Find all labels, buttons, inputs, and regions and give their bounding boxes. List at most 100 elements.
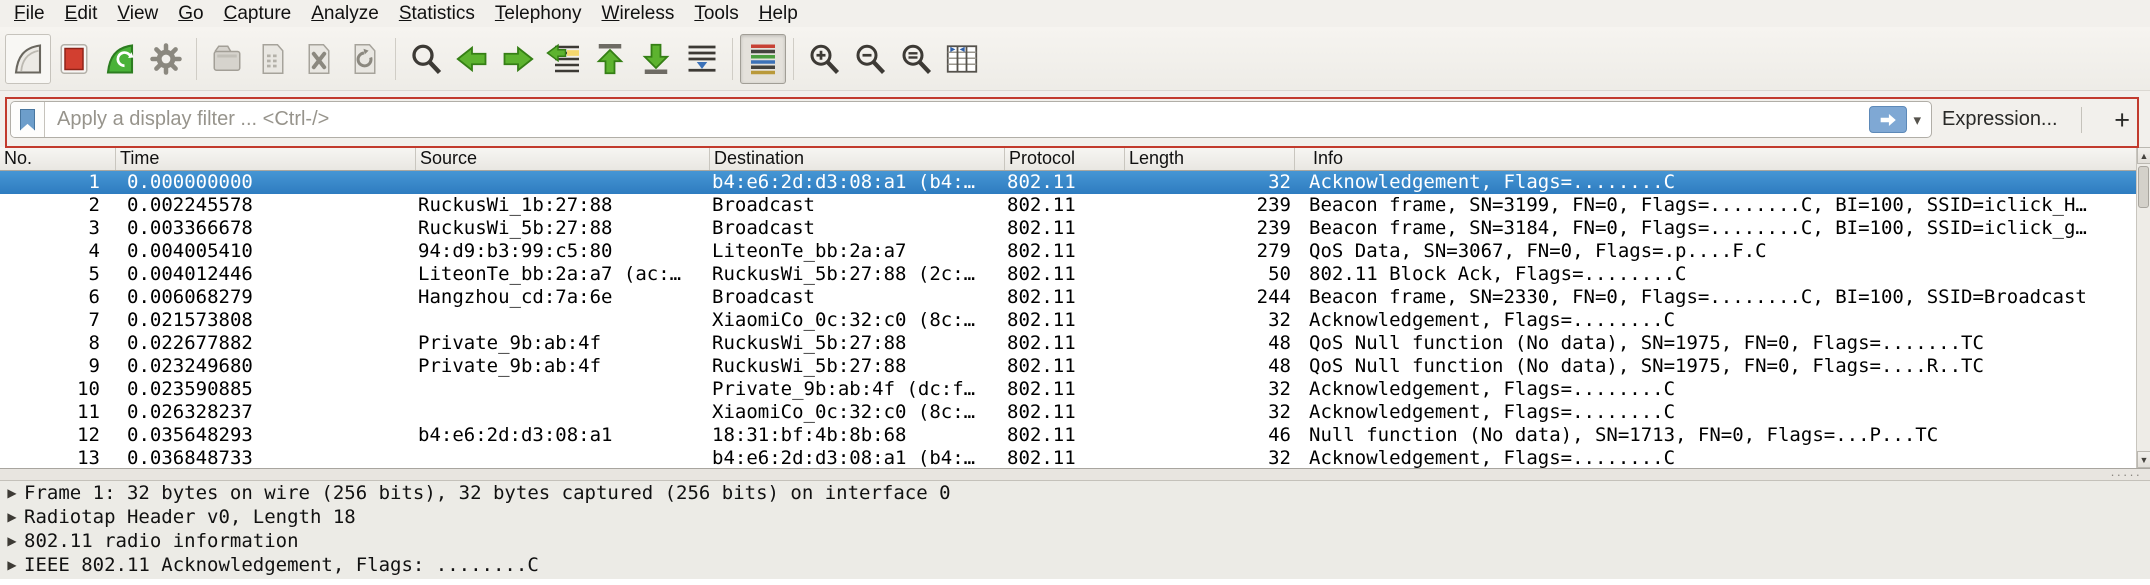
packet-row-12[interactable]: 120.035648293b4:e6:2d:d3:08:a118:31:bf:4…	[0, 424, 2136, 447]
go-forward-button[interactable]	[495, 34, 541, 84]
menu-item-telephony[interactable]: Telephony	[485, 0, 592, 27]
colorize-packets-button[interactable]	[740, 34, 786, 84]
filter-toolbar: ▾ Expression... +	[0, 91, 2150, 147]
detail-row-2[interactable]: ▶Radiotap Header v0, Length 18	[0, 505, 2150, 529]
packet-row-2[interactable]: 20.002245578RuckusWi_1b:27:88Broadcast80…	[0, 194, 2136, 217]
find-packet-button[interactable]	[403, 34, 449, 84]
go-last-packet-button[interactable]	[633, 34, 679, 84]
pane-splitter[interactable]: ·····	[0, 468, 2150, 481]
packet-row-13[interactable]: 130.036848733b4:e6:2d:d3:08:a1 (b4:…802.…	[0, 447, 2136, 468]
reload-file-button[interactable]	[342, 34, 388, 84]
packet-cell-time: 0.035648293	[116, 424, 416, 447]
menu-item-statistics[interactable]: Statistics	[389, 0, 485, 27]
packet-cell-protocol: 802.11	[1005, 194, 1125, 217]
packet-row-4[interactable]: 40.00400541094:d9:b3:99:c5:80LiteonTe_bb…	[0, 240, 2136, 263]
packet-list-scrollbar[interactable]: ▲ ▼	[2136, 147, 2150, 468]
apply-filter-button[interactable]	[1869, 106, 1907, 133]
zoom-in-button[interactable]	[801, 34, 847, 84]
expander-triangle-icon[interactable]: ▶	[0, 558, 24, 572]
open-file-button[interactable]	[204, 34, 250, 84]
add-filter-button[interactable]: +	[2106, 103, 2138, 137]
packet-row-3[interactable]: 30.003366678RuckusWi_5b:27:88Broadcast80…	[0, 217, 2136, 240]
packet-cell-destination: Broadcast	[710, 217, 1005, 240]
expander-triangle-icon[interactable]: ▶	[0, 534, 24, 548]
scroll-down-arrow-icon[interactable]: ▼	[2137, 451, 2150, 468]
menu-item-capture[interactable]: Capture	[214, 0, 302, 27]
go-back-button[interactable]	[449, 34, 495, 84]
toolbar-separator	[395, 38, 396, 80]
column-header-no[interactable]: No.	[0, 147, 116, 170]
arrow-down-bar-icon	[638, 41, 674, 77]
capture-options-button[interactable]	[143, 34, 189, 84]
stop-capture-button[interactable]	[51, 34, 97, 84]
zoom-reset-button[interactable]	[893, 34, 939, 84]
column-header-info[interactable]: Info	[1295, 147, 2136, 170]
scroll-up-arrow-icon[interactable]: ▲	[2137, 147, 2150, 164]
restart-capture-button[interactable]	[97, 34, 143, 84]
packet-row-9[interactable]: 90.023249680Private_9b:ab:4fRuckusWi_5b:…	[0, 355, 2136, 378]
packet-cell-info: Null function (No data), SN=1713, FN=0, …	[1295, 424, 2136, 447]
packet-cell-source: Private_9b:ab:4f	[416, 355, 710, 378]
packet-cell-source: b4:e6:2d:d3:08:a1	[416, 424, 710, 447]
expander-triangle-icon[interactable]: ▶	[0, 510, 24, 524]
expression-button[interactable]: Expression...	[1942, 108, 2058, 131]
detail-row-3[interactable]: ▶802.11 radio information	[0, 529, 2150, 553]
menu-item-wireless[interactable]: Wireless	[592, 0, 685, 27]
column-header-destination[interactable]: Destination	[710, 147, 1005, 170]
packet-cell-destination: RuckusWi_5b:27:88 (2c:…	[710, 263, 1005, 286]
display-filter-input[interactable]	[45, 102, 1869, 137]
column-header-source[interactable]: Source	[416, 147, 710, 170]
menu-item-tools[interactable]: Tools	[684, 0, 748, 27]
menu-item-view[interactable]: View	[107, 0, 168, 27]
packet-cell-protocol: 802.11	[1005, 378, 1125, 401]
detail-row-4[interactable]: ▶IEEE 802.11 Acknowledgement, Flags: ...…	[0, 553, 2150, 577]
packet-cell-time: 0.002245578	[116, 194, 416, 217]
start-capture-button[interactable]	[5, 34, 51, 84]
packet-cell-destination: RuckusWi_5b:27:88	[710, 355, 1005, 378]
detail-row-1[interactable]: ▶Frame 1: 32 bytes on wire (256 bits), 3…	[0, 481, 2150, 505]
packet-row-5[interactable]: 50.004012446LiteonTe_bb:2a:a7 (ac:…Rucku…	[0, 263, 2136, 286]
open-folder-icon	[209, 41, 245, 77]
packet-cell-protocol: 802.11	[1005, 286, 1125, 309]
packet-cell-protocol: 802.11	[1005, 240, 1125, 263]
menu-item-file[interactable]: File	[4, 0, 55, 27]
packet-cell-no: 2	[0, 194, 116, 217]
column-header-protocol[interactable]: Protocol	[1005, 147, 1125, 170]
menu-item-analyze[interactable]: Analyze	[301, 0, 389, 27]
packet-row-6[interactable]: 60.006068279Hangzhou_cd:7a:6eBroadcast80…	[0, 286, 2136, 309]
packet-cell-no: 6	[0, 286, 116, 309]
packet-cell-info: Beacon frame, SN=2330, FN=0, Flags=.....…	[1295, 286, 2136, 309]
expander-triangle-icon[interactable]: ▶	[0, 486, 24, 500]
packet-cell-time: 0.026328237	[116, 401, 416, 424]
packet-row-8[interactable]: 80.022677882Private_9b:ab:4fRuckusWi_5b:…	[0, 332, 2136, 355]
packet-row-10[interactable]: 100.023590885Private_9b:ab:4f (dc:f…802.…	[0, 378, 2136, 401]
packet-row-11[interactable]: 110.026328237XiaomiCo_0c:32:c0 (8c:…802.…	[0, 401, 2136, 424]
close-file-icon	[301, 41, 337, 77]
packet-cell-info: 802.11 Block Ack, Flags=........C	[1295, 263, 2136, 286]
packet-row-1[interactable]: 10.000000000b4:e6:2d:d3:08:a1 (b4:…802.1…	[0, 171, 2136, 194]
scrollbar-thumb[interactable]	[2138, 166, 2149, 208]
toolbar-separator	[732, 38, 733, 80]
auto-scroll-button[interactable]	[679, 34, 725, 84]
column-header-length[interactable]: Length	[1125, 147, 1295, 170]
zoom-out-button[interactable]	[847, 34, 893, 84]
packet-cell-protocol: 802.11	[1005, 332, 1125, 355]
packet-cell-protocol: 802.11	[1005, 171, 1125, 194]
filter-history-caret-icon[interactable]: ▾	[1913, 111, 1921, 129]
packet-cell-source	[416, 309, 710, 332]
filter-bookmark-button[interactable]	[11, 102, 45, 137]
go-to-packet-button[interactable]	[541, 34, 587, 84]
resize-columns-button[interactable]	[939, 34, 985, 84]
packet-row-7[interactable]: 70.021573808XiaomiCo_0c:32:c0 (8c:…802.1…	[0, 309, 2136, 332]
save-file-button[interactable]	[250, 34, 296, 84]
splitter-grip-icon[interactable]: ·····	[2110, 470, 2142, 479]
menu-item-help[interactable]: Help	[749, 0, 808, 27]
column-header-time[interactable]: Time	[116, 147, 416, 170]
packet-cell-info: Acknowledgement, Flags=........C	[1295, 309, 2136, 332]
packet-cell-length: 46	[1125, 424, 1295, 447]
close-file-button[interactable]	[296, 34, 342, 84]
packet-cell-source	[416, 447, 710, 468]
menu-item-edit[interactable]: Edit	[55, 0, 108, 27]
menu-item-go[interactable]: Go	[168, 0, 213, 27]
go-first-packet-button[interactable]	[587, 34, 633, 84]
